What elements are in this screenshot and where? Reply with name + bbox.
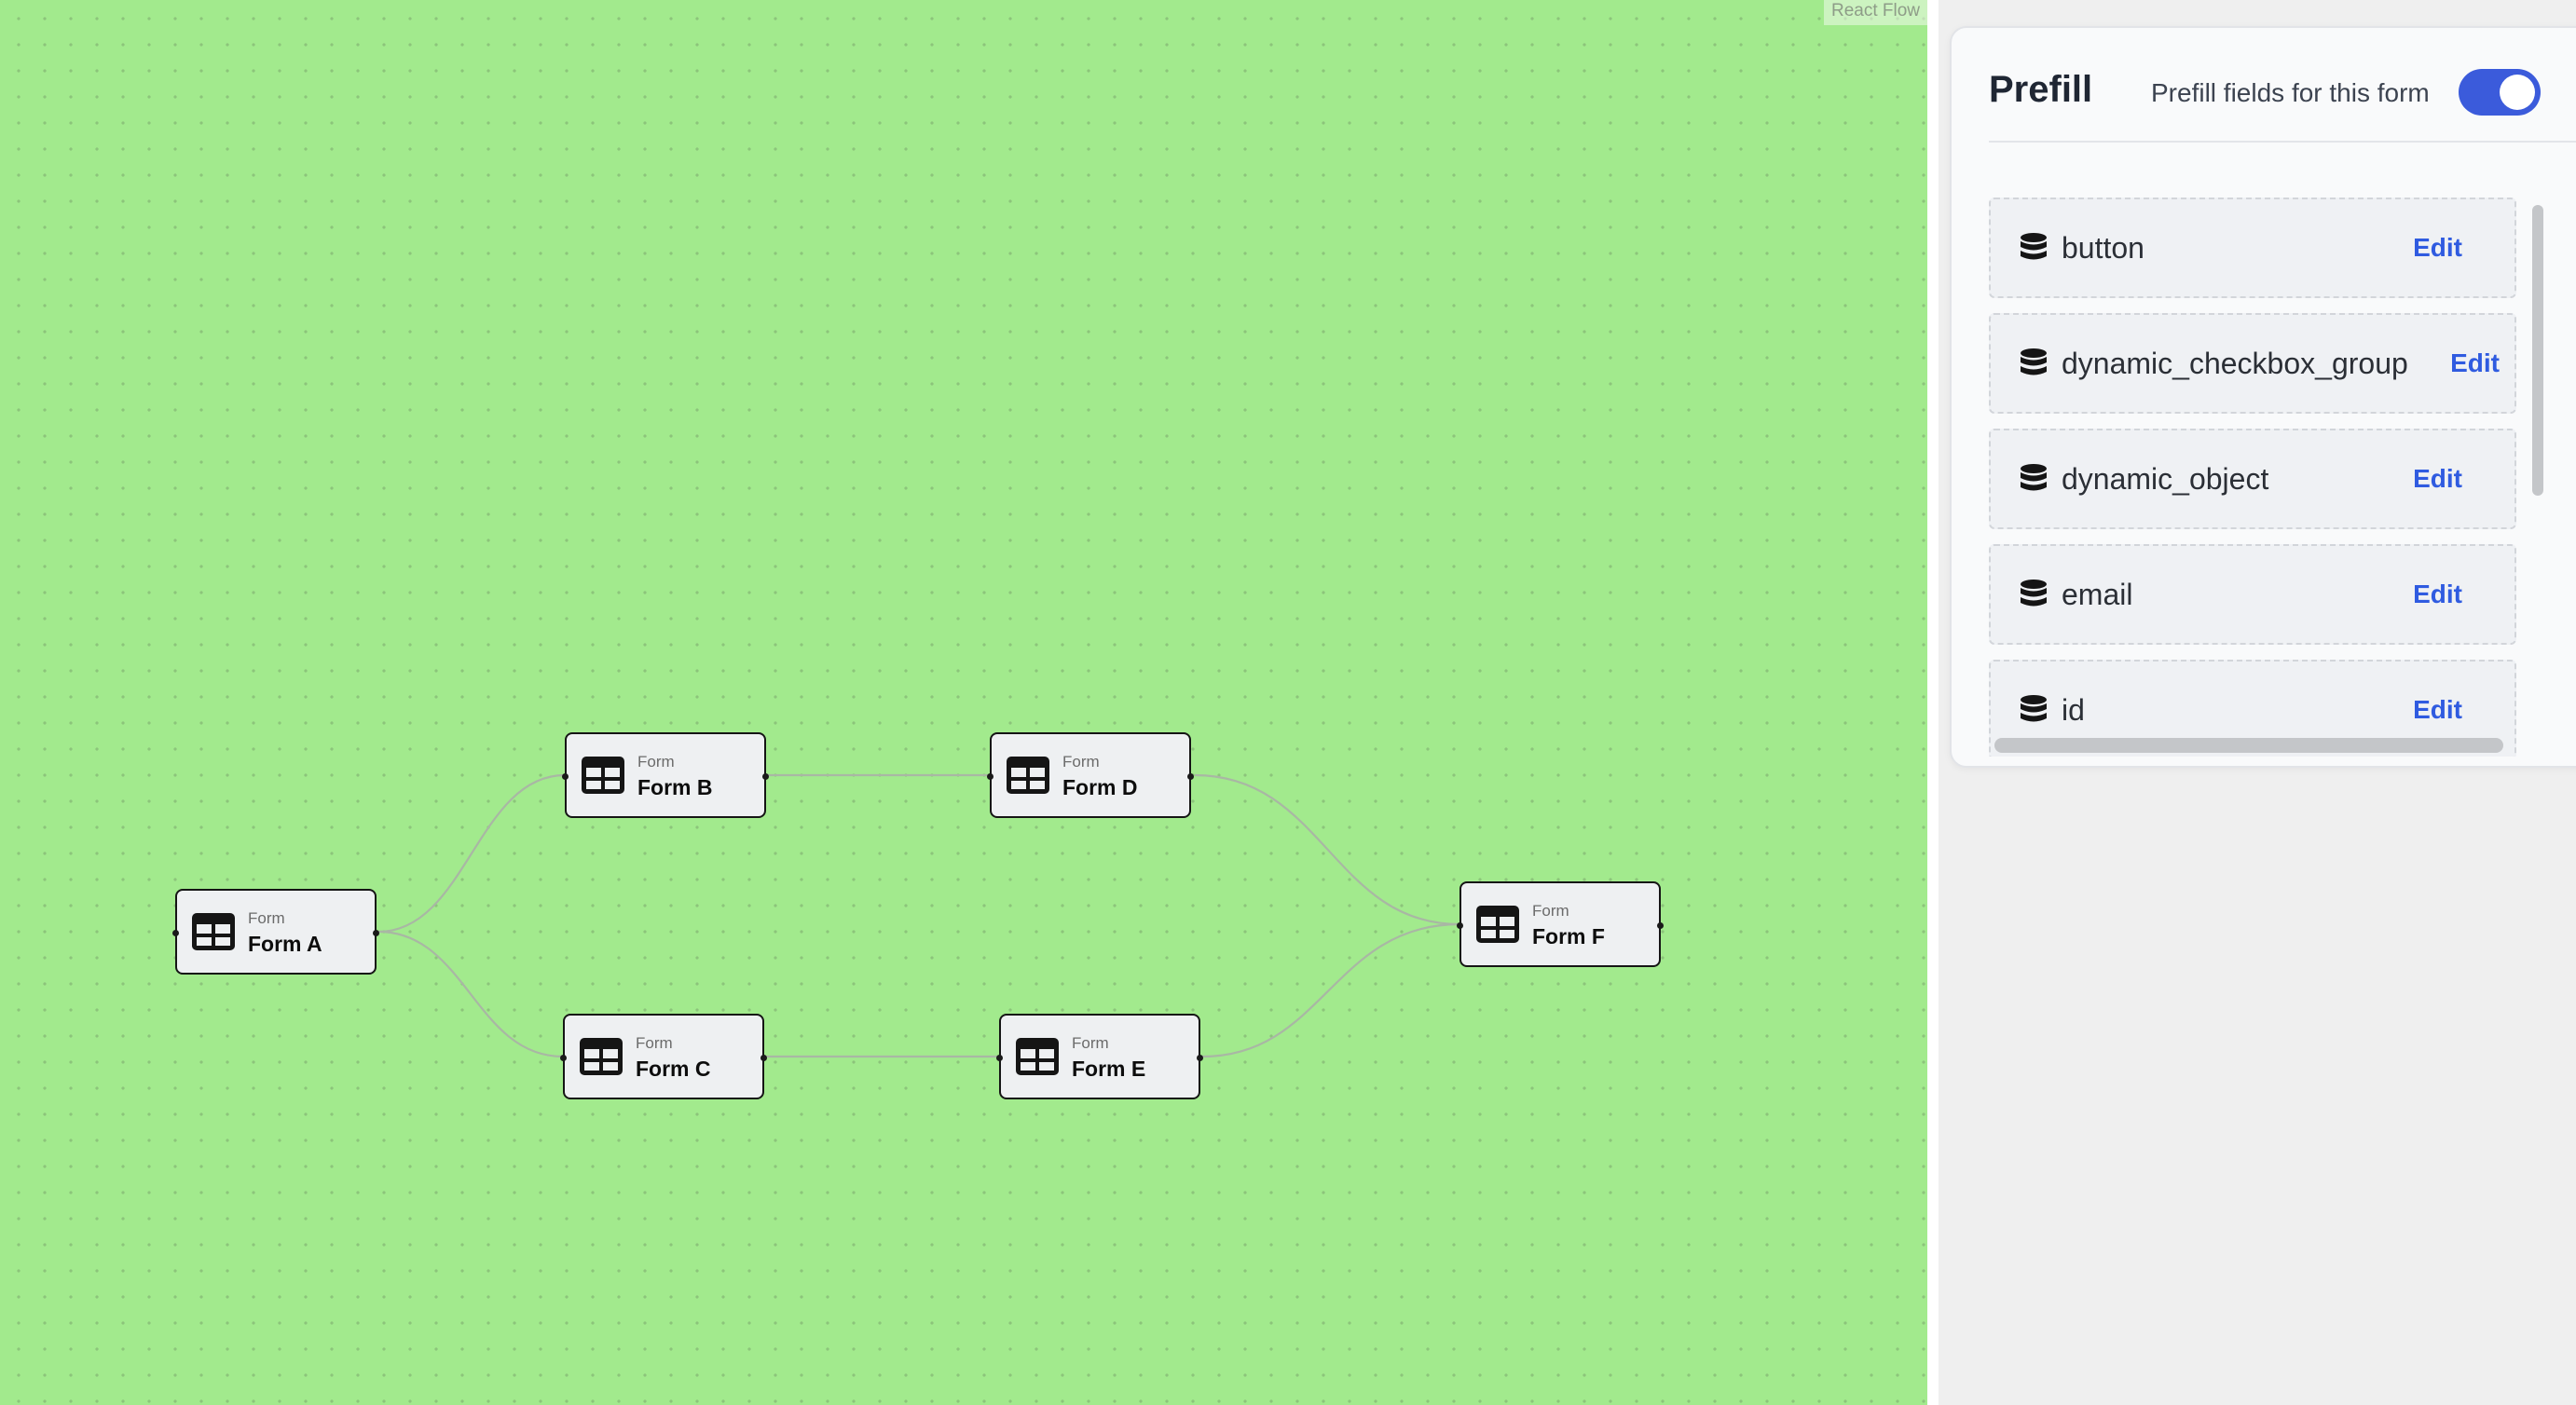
- target-handle[interactable]: [562, 773, 569, 780]
- node-type-label: Form: [1072, 1034, 1109, 1052]
- database-icon: [2021, 695, 2047, 722]
- source-handle[interactable]: [762, 773, 769, 780]
- divider: [1989, 141, 2576, 143]
- react-flow-attribution[interactable]: React Flow: [1823, 0, 1927, 25]
- database-icon: [2021, 348, 2047, 375]
- field-label: id: [2062, 693, 2085, 727]
- field-row-email: email Edit: [1989, 544, 2516, 645]
- field-label: email: [2062, 578, 2133, 611]
- edge-e-f[interactable]: [1201, 922, 1460, 1058]
- edge-a-c[interactable]: [377, 930, 564, 1058]
- edit-button[interactable]: Edit: [2413, 695, 2462, 725]
- target-handle[interactable]: [1457, 922, 1463, 929]
- source-handle[interactable]: [373, 930, 379, 936]
- field-label: dynamic_object: [2062, 462, 2269, 496]
- target-handle[interactable]: [987, 773, 993, 780]
- prefill-field-list[interactable]: button Edit dynamic_checkbox_group Edit …: [1989, 171, 2576, 757]
- table-icon: [582, 757, 624, 794]
- edges-layer: [377, 773, 1460, 1058]
- edge-d-f[interactable]: [1194, 773, 1460, 926]
- table-icon: [1016, 1038, 1059, 1075]
- node-type-label: Form: [1062, 753, 1100, 771]
- table-icon: [1476, 906, 1519, 943]
- database-icon: [2021, 233, 2047, 260]
- node-type-label: Form: [637, 753, 675, 771]
- vertical-scrollbar-thumb[interactable]: [2532, 205, 2543, 496]
- prefill-card: Prefill Prefill fields for this form but…: [1950, 26, 2576, 768]
- table-icon: [192, 913, 235, 950]
- node-title: Form D: [1062, 775, 1138, 799]
- node-type-label: Form: [1532, 902, 1569, 920]
- node-title: Form F: [1532, 924, 1605, 948]
- source-handle[interactable]: [760, 1055, 767, 1061]
- edit-button[interactable]: Edit: [2413, 233, 2462, 263]
- node-type-label: Form: [248, 909, 285, 927]
- field-label: dynamic_checkbox_group: [2062, 347, 2408, 380]
- source-handle[interactable]: [1197, 1055, 1203, 1061]
- node-title: Form C: [636, 1057, 711, 1081]
- node-type-label: Form: [636, 1034, 673, 1052]
- node-form-d[interactable]: Form Form D: [987, 732, 1194, 818]
- table-icon: [1007, 757, 1049, 794]
- database-icon: [2021, 580, 2047, 607]
- vertical-scrollbar[interactable]: [2529, 171, 2548, 730]
- node-title: Form A: [248, 932, 322, 956]
- node-form-c[interactable]: Form Form C: [560, 1014, 767, 1099]
- node-form-e[interactable]: Form Form E: [996, 1014, 1203, 1099]
- edit-button[interactable]: Edit: [2413, 464, 2462, 494]
- table-icon: [580, 1038, 623, 1075]
- horizontal-scrollbar-thumb[interactable]: [1994, 738, 2503, 753]
- toggle-knob: [2500, 75, 2535, 110]
- target-handle[interactable]: [172, 930, 179, 936]
- source-handle[interactable]: [1187, 773, 1194, 780]
- field-row-button: button Edit: [1989, 198, 2516, 298]
- target-handle[interactable]: [560, 1055, 567, 1061]
- target-handle[interactable]: [996, 1055, 1003, 1061]
- node-title: Form B: [637, 775, 713, 799]
- database-icon: [2021, 464, 2047, 491]
- field-row-dynamic-checkbox-group: dynamic_checkbox_group Edit: [1989, 313, 2516, 414]
- node-form-b[interactable]: Form Form B: [562, 732, 769, 818]
- node-title: Form E: [1072, 1057, 1146, 1081]
- edit-button[interactable]: Edit: [2450, 348, 2500, 378]
- source-handle[interactable]: [1657, 922, 1664, 929]
- node-form-f[interactable]: Form Form F: [1457, 881, 1664, 967]
- prefill-title: Prefill: [1989, 69, 2093, 110]
- prefill-toggle[interactable]: [2459, 69, 2541, 116]
- edge-a-b[interactable]: [377, 773, 566, 934]
- flow-canvas[interactable]: Form Form A Form Form B Form Form C Form…: [0, 0, 1927, 1405]
- field-label: button: [2062, 231, 2144, 265]
- node-form-a[interactable]: Form Form A: [172, 889, 379, 975]
- prefill-toggle-label: Prefill fields for this form: [2151, 78, 2430, 107]
- field-row-dynamic-object: dynamic_object Edit: [1989, 429, 2516, 529]
- edit-button[interactable]: Edit: [2413, 580, 2462, 609]
